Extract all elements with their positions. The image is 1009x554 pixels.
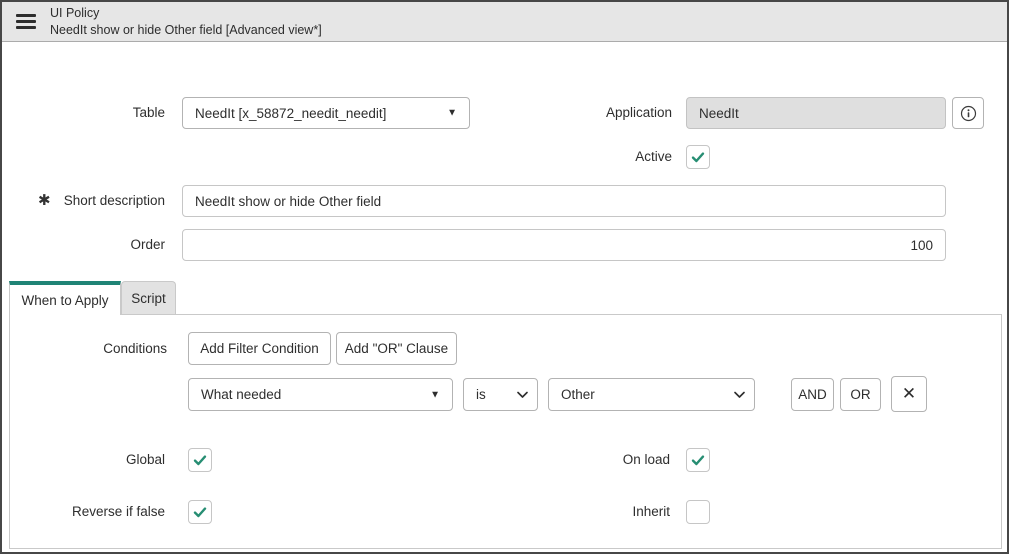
table-label: Table [132,105,165,120]
condition-operator-select[interactable]: is [463,378,538,411]
add-or-clause-button[interactable]: Add "OR" Clause [336,332,457,365]
global-label: Global [125,452,165,467]
inherit-checkbox[interactable] [686,500,710,524]
form-header: UI Policy NeedIt show or hide Other fiel… [2,2,1007,42]
menu-icon[interactable] [16,11,36,32]
page-title: UI Policy [50,6,100,21]
ui-policy-form-page: UI Policy NeedIt show or hide Other fiel… [0,0,1009,554]
on-load-checkbox[interactable] [686,448,710,472]
reverse-if-false-checkbox[interactable] [188,500,212,524]
checkmark-icon [193,455,207,466]
application-field: NeedIt [686,97,946,129]
checkmark-icon [193,507,207,518]
reverse-if-false-label: Reverse if false [71,504,165,519]
application-info-button[interactable] [952,97,984,129]
add-filter-condition-button[interactable]: Add Filter Condition [188,332,331,365]
tab-when-to-apply[interactable]: When to Apply [9,281,121,315]
condition-value-value: Other [561,387,595,402]
dropdown-arrow-icon: ▼ [430,388,440,400]
and-button[interactable]: AND [791,378,834,411]
short-description-input[interactable]: NeedIt show or hide Other field [182,185,946,217]
condition-field-value: What needed [201,387,282,402]
info-icon [960,105,976,121]
global-checkbox[interactable] [188,448,212,472]
active-label: Active [635,149,672,164]
chevron-down-icon [517,391,528,398]
short-description-label: Short description [63,193,165,208]
conditions-label: Conditions [103,341,167,356]
checkmark-icon [691,455,705,466]
condition-field-dropdown[interactable]: What needed ▼ [188,378,453,411]
on-load-label: On load [622,452,670,467]
header-titles: UI Policy NeedIt show or hide Other fiel… [50,5,322,38]
condition-value-select[interactable]: Other [548,378,755,411]
order-label: Order [130,237,165,252]
delete-icon: ✕ [901,384,917,403]
application-label: Application [605,105,672,120]
checkmark-icon [691,152,705,163]
inherit-label: Inherit [632,504,670,519]
table-dropdown[interactable]: NeedIt [x_58872_needit_needit] ▼ [182,97,470,129]
chevron-down-icon [734,391,745,398]
record-title: NeedIt show or hide Other field [Advance… [50,22,322,37]
condition-operator-value: is [476,387,486,402]
order-input[interactable]: 100 [182,229,946,261]
delete-condition-button[interactable]: ✕ [891,376,927,412]
tab-script[interactable]: Script [121,281,176,314]
dropdown-arrow-icon: ▼ [447,107,457,119]
or-button[interactable]: OR [840,378,881,411]
active-checkbox[interactable] [686,145,710,169]
table-dropdown-value: NeedIt [x_58872_needit_needit] [195,105,387,121]
